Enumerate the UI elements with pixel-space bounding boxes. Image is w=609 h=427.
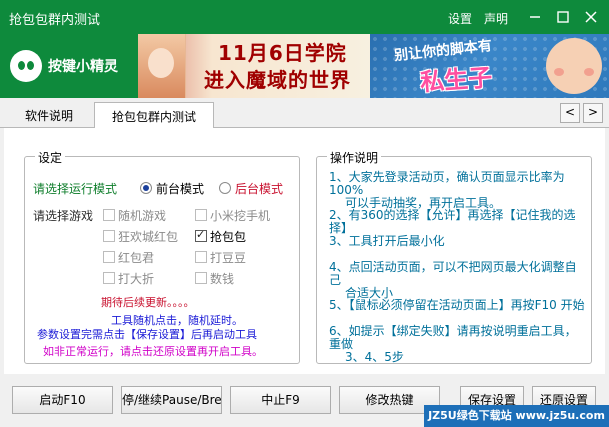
settings-link[interactable]: 设置 <box>448 10 472 27</box>
note-coming-soon: 期待后续更新。。。。 <box>101 296 195 309</box>
tab-scroll-right-button[interactable]: > <box>583 103 603 123</box>
stop-button[interactable]: 中止F9 <box>230 386 331 414</box>
logo-face-icon <box>10 50 42 82</box>
ad-right-text-2: 私生子 <box>419 63 494 97</box>
settings-legend: 设定 <box>35 149 66 166</box>
op-step-4: 4、点回活动页面，可以不把网页最大化调整自己 合适大小 <box>329 260 577 300</box>
carnival-label[interactable]: 狂欢城红包 <box>118 228 178 245</box>
minimize-icon <box>530 16 540 18</box>
operations-legend: 操作说明 <box>327 149 382 166</box>
statement-link[interactable]: 声明 <box>484 10 508 27</box>
tab-grab-test[interactable]: 抢包包群内测试 <box>94 102 214 129</box>
mode-label: 请选择运行模式 <box>33 182 118 196</box>
settings-group: 设定 请选择运行模式 前台模式 后台模式 请选择游戏 随机游戏 小米挖手机 狂欢… <box>24 149 300 364</box>
banner: 按键小精灵 11月6日学院 进入魔域的世界 别让你的脚本有 私生子 <box>0 34 609 98</box>
grab-bag-label[interactable]: 抢包包 <box>210 228 246 245</box>
start-button[interactable]: 启动F10 <box>12 386 113 414</box>
checkbox-count-money[interactable] <box>195 272 207 284</box>
op-step-5: 5、【鼠标必须停留在活动页面上】再按F10 开始 <box>329 298 585 312</box>
close-icon <box>585 11 597 23</box>
op-step-1: 1、大家先登录活动页，确认页面显示比率为100% 可以手动抽奖，再开启工具。 <box>329 170 565 210</box>
checkbox-grab-bag[interactable] <box>195 228 207 242</box>
tab-bar: 软件说明 抢包包群内测试 < > <box>0 98 609 129</box>
maximize-icon <box>557 11 569 23</box>
ad-baby-image <box>546 38 602 94</box>
radio-foreground-mode[interactable] <box>140 182 152 194</box>
minimize-button[interactable] <box>524 6 546 28</box>
pause-resume-button[interactable]: 停/继续Pause/Break <box>121 386 222 414</box>
app-window: 抢包包群内测试 设置 声明 按键小精灵 11月6日学院 进入魔域的世界 别让你的… <box>0 0 609 427</box>
tab-software-info[interactable]: 软件说明 <box>8 102 90 128</box>
checkbox-random-game[interactable] <box>103 209 115 221</box>
game-label: 请选择游戏 <box>33 209 94 223</box>
checkbox-carnival[interactable] <box>103 230 115 242</box>
count-money-label[interactable]: 数钱 <box>210 270 234 287</box>
ad-girl-image <box>138 34 186 98</box>
checkbox-red-packet[interactable] <box>103 251 115 263</box>
op-step-3: 3、工具打开后最小化 <box>329 234 445 248</box>
xiaomi-label[interactable]: 小米挖手机 <box>210 207 270 224</box>
maximize-button[interactable] <box>552 6 574 28</box>
foreground-mode-label[interactable]: 前台模式 <box>156 180 204 197</box>
random-game-label[interactable]: 随机游戏 <box>118 207 166 224</box>
ad-banner-right[interactable]: 别让你的脚本有 私生子 <box>370 34 609 98</box>
title-bar[interactable]: 抢包包群内测试 设置 声明 <box>0 0 609 34</box>
note-restore: 如非正常运行，请点击还原设置再开启工具。 <box>43 345 263 358</box>
checkbox-hit-bean[interactable] <box>195 251 207 263</box>
checkbox-xiaomi[interactable] <box>195 209 207 221</box>
watermark: JZ5U绿色下载站 www.jz5u.com <box>424 405 609 427</box>
window-title: 抢包包群内测试 <box>9 13 101 28</box>
op-step-6: 6、如提示【绑定失败】请再按说明重启工具，重做 3、4、5步 <box>329 324 577 364</box>
tab-panel: 设定 请选择运行模式 前台模式 后台模式 请选择游戏 随机游戏 小米挖手机 狂欢… <box>4 128 605 374</box>
tab-scroll-left-button[interactable]: < <box>560 103 580 123</box>
radio-background-mode[interactable] <box>219 182 231 194</box>
op-step-2: 2、有360的选择【允许】再选择【记住我的选择】 <box>329 208 576 235</box>
ad-banner-left[interactable]: 11月6日学院 进入魔域的世界 <box>138 34 370 98</box>
background-mode-label[interactable]: 后台模式 <box>235 180 283 197</box>
close-button[interactable] <box>580 6 602 28</box>
note-save: 参数设置完需点击【保存设置】后再启动工具 <box>37 328 257 341</box>
logo-text: 按键小精灵 <box>48 59 118 75</box>
ad-headline-2: 进入魔域的世界 <box>204 68 351 92</box>
red-packet-label[interactable]: 红包君 <box>118 249 154 266</box>
hit-bean-label[interactable]: 打豆豆 <box>210 249 246 266</box>
logo: 按键小精灵 <box>0 34 138 98</box>
operations-group: 操作说明 1、大家先登录活动页，确认页面显示比率为100% 可以手动抽奖，再开启… <box>316 149 592 364</box>
checkbox-discount[interactable] <box>103 272 115 284</box>
discount-label[interactable]: 打大折 <box>118 270 154 287</box>
ad-headline-1: 11月6日学院 <box>218 41 347 65</box>
